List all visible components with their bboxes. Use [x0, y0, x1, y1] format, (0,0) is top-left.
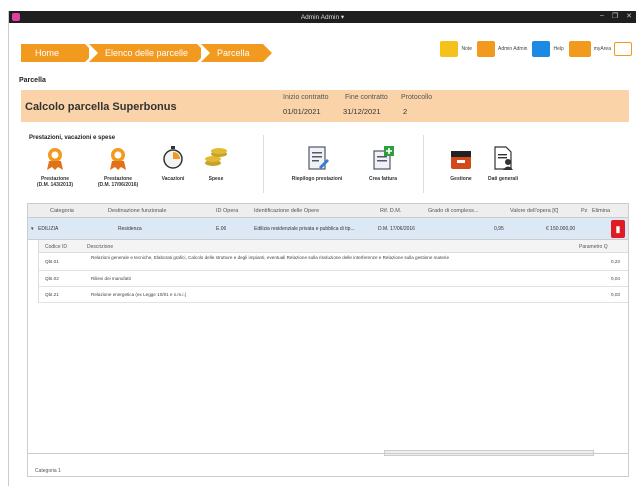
crea-fattura-button[interactable]: Crea fattura	[361, 145, 405, 182]
toolbar-divider	[263, 135, 264, 193]
page-title: Calcolo parcella Superbonus	[25, 101, 177, 113]
end-value: 31/12/2021	[343, 107, 381, 116]
vacazioni-button[interactable]: Vacazioni	[155, 145, 191, 182]
stopwatch-icon	[163, 146, 183, 169]
myarea-button[interactable]: myArea	[568, 41, 632, 57]
breadcrumb-home[interactable]: Home	[21, 44, 94, 62]
sub-q: 0,23	[611, 259, 620, 264]
subgrid-row[interactable]: QbI.02 Rilievi dei manufatti 0,04	[39, 271, 628, 287]
user-button[interactable]: Admin Admin	[477, 41, 527, 57]
invoice-add-icon	[373, 146, 394, 170]
expand-toggle-icon[interactable]: ▾	[31, 226, 34, 232]
sub-code: QbI.02	[45, 276, 59, 281]
contract-header: Calcolo parcella Superbonus Inizio contr…	[21, 90, 629, 122]
works-grid: Categoria Destinazione funzionale ID Ope…	[27, 203, 629, 477]
app-logo-icon	[12, 13, 20, 21]
breadcrumb-elenco[interactable]: Elenco delle parcelle	[89, 44, 206, 62]
col-rif-dm[interactable]: Rif. D.M.	[380, 208, 401, 214]
cell-grado: 0,95	[494, 226, 504, 232]
dati-generali-button[interactable]: Dati generali	[483, 145, 523, 182]
sub-q: 0,04	[611, 276, 620, 281]
col-categoria[interactable]: Categoria	[50, 208, 74, 214]
trash-icon: ▮	[615, 224, 621, 234]
window-title[interactable]: Admin Admin ▾	[301, 13, 344, 21]
sub-q: 0,03	[611, 292, 620, 297]
cell-id: E.06	[216, 226, 227, 232]
subcol-parametro[interactable]: Parametro Q	[579, 244, 608, 250]
spese-button[interactable]: Spese	[199, 145, 233, 182]
breadcrumb-parcella[interactable]: Parcella	[201, 44, 272, 62]
maximize-button[interactable]: ❐	[612, 12, 618, 20]
clipboard-icon	[308, 146, 329, 170]
cell-rif: D.M. 17/06/2016	[378, 226, 415, 232]
status-text: Categoria 1	[35, 468, 61, 474]
document-user-icon	[494, 146, 513, 170]
note-icon	[440, 41, 459, 57]
protocol-value: 2	[403, 107, 408, 116]
award-icon	[47, 148, 63, 170]
sub-code: QbI.01	[45, 259, 59, 264]
col-valore[interactable]: Valore dell'opera [€]	[510, 208, 558, 214]
detail-subgrid: Codice ID Descrizione Parametro Q QbI.01…	[38, 240, 628, 303]
navigation-bar: Home Elenco delle parcelle Parcella Note…	[9, 23, 636, 62]
note-button[interactable]: Note	[440, 41, 472, 57]
cell-identificazione: Edilizia residenziale privata e pubblica…	[254, 226, 355, 232]
chat-icon[interactable]	[614, 42, 632, 56]
col-pz[interactable]: Pz	[581, 208, 587, 214]
subgrid-header: Codice ID Descrizione Parametro Q	[39, 240, 628, 253]
toolbar-divider	[423, 135, 424, 193]
sub-desc: Rilievi dei manufatti	[91, 276, 131, 281]
myarea-icon	[568, 41, 591, 57]
col-identificazione[interactable]: Identificazione delle Opere	[254, 208, 319, 214]
archive-icon	[451, 151, 471, 169]
end-label: Fine contratto	[345, 94, 388, 101]
toolbar-group-title: Prestazioni, vacazioni e spese	[29, 135, 116, 141]
subcol-descrizione[interactable]: Descrizione	[87, 244, 113, 250]
section-title: Parcella	[19, 77, 46, 84]
close-button[interactable]: ✕	[626, 12, 632, 20]
subgrid-row[interactable]: QbI.01 Relazioni generale e tecniche, El…	[39, 253, 628, 271]
grid-header: Categoria Destinazione funzionale ID Ope…	[28, 204, 628, 218]
col-grado[interactable]: Grado di compless...	[428, 208, 478, 214]
cell-categoria: EDILIZIA	[38, 226, 59, 232]
sub-desc: Relazioni generale e tecniche, Elaborati…	[91, 255, 450, 260]
app-window: Admin Admin ▾ – ❐ ✕ Home Elenco delle pa…	[8, 11, 636, 486]
start-label: Inizio contratto	[283, 94, 329, 101]
prestazione-143-button[interactable]: Prestazione (D.M. 143/2013)	[27, 145, 83, 188]
title-bar: Admin Admin ▾ – ❐ ✕	[9, 11, 636, 23]
grid-footer	[27, 453, 629, 467]
gestione-button[interactable]: Gestione	[443, 145, 479, 182]
user-icon	[477, 41, 495, 57]
col-elimina[interactable]: Elimina	[592, 208, 610, 214]
subcol-code[interactable]: Codice ID	[45, 244, 67, 250]
minimize-button[interactable]: –	[600, 12, 604, 20]
subgrid-row[interactable]: QbI.21 Relazione energetica (ex Legge 10…	[39, 287, 628, 303]
sub-desc: Relazione energetica (ex Legge 10/91 e s…	[91, 292, 187, 297]
prestazione-2016-button[interactable]: Prestazione (D.M. 17/06/2016)	[89, 145, 147, 188]
riepilogo-button[interactable]: Riepilogo prestazioni	[281, 145, 353, 182]
col-destinazione[interactable]: Destinazione funzionale	[108, 208, 166, 214]
cell-valore: € 150.000,00	[546, 226, 576, 232]
col-id-opera[interactable]: ID Opera	[216, 208, 238, 214]
sub-code: QbI.21	[45, 292, 59, 297]
help-button[interactable]: Help	[532, 41, 564, 57]
protocol-label: Protocollo	[401, 94, 433, 101]
table-row[interactable]: ▾ EDILIZIA Residenza E.06 Edilizia resid…	[28, 218, 628, 240]
action-toolbar: Prestazioni, vacazioni e spese Prestazio…	[27, 135, 607, 193]
help-icon	[532, 41, 551, 57]
award-icon	[110, 148, 126, 170]
start-value: 01/01/2021	[283, 107, 321, 116]
delete-button[interactable]: ▮	[611, 220, 625, 238]
coins-icon	[205, 148, 227, 166]
cell-destinazione: Residenza	[118, 226, 142, 232]
